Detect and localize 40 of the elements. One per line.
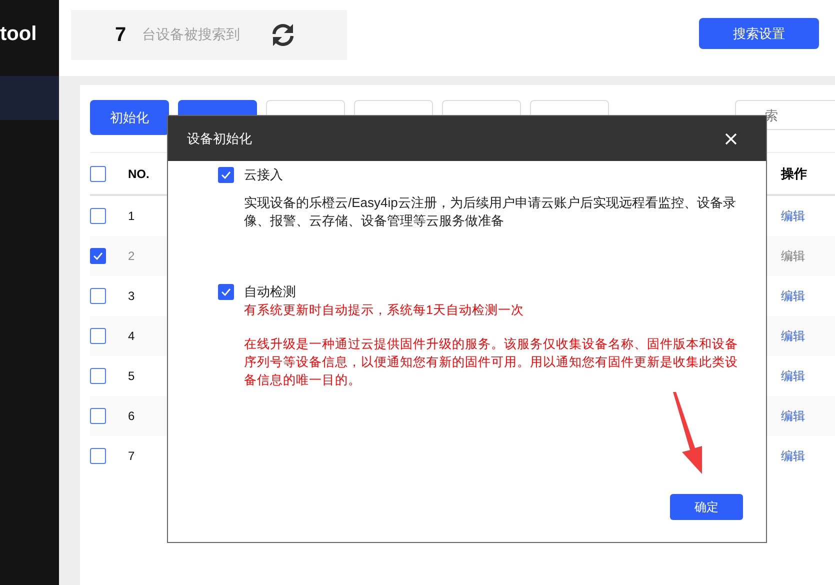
edit-link[interactable]: 编辑 xyxy=(781,368,805,384)
option-label: 云接入 xyxy=(244,166,284,184)
search-settings-button[interactable]: 搜索设置 xyxy=(699,18,819,49)
option-checkbox[interactable] xyxy=(218,284,234,300)
option-label: 自动检测 xyxy=(244,283,297,301)
table-cell-text: 2 xyxy=(128,249,136,263)
table-cell-text: 3 xyxy=(128,289,136,303)
column-header: NO. xyxy=(128,166,150,180)
row-checkbox[interactable] xyxy=(90,408,106,424)
notice-text: 有系统更新时自动提示，系统每1天自动检测一次 xyxy=(244,302,525,319)
row-checkbox[interactable] xyxy=(90,208,106,224)
row-checkbox[interactable] xyxy=(90,368,106,384)
edit-link[interactable]: 编辑 xyxy=(781,408,805,424)
select-all-checkbox[interactable] xyxy=(90,166,106,182)
edit-link[interactable]: 编辑 xyxy=(781,288,805,304)
table-cell-text: 5 xyxy=(128,369,136,383)
confirm-button[interactable]: 确定 xyxy=(670,494,743,520)
dialog-title: 设备初始化 xyxy=(187,130,253,148)
toolbar-button[interactable]: 初始化 xyxy=(90,100,169,135)
row-checkbox[interactable] xyxy=(90,248,106,264)
notice-text: 在线升级是一种通过云提供固件升级的服务。该服务仅收集设备名称、固件版本和设备序列号等设备信息，以便通知您有新的固件可用。用以通知您有固件更新是收集此类设备信息的唯一目的。 xyxy=(244,336,739,389)
edit-link[interactable]: 编辑 xyxy=(781,248,805,264)
table-cell-text: 6 xyxy=(128,409,136,423)
edit-link[interactable]: 编辑 xyxy=(781,328,805,344)
row-checkbox[interactable] xyxy=(90,328,106,344)
device-count: 7 xyxy=(115,24,128,46)
row-checkbox[interactable] xyxy=(90,288,106,304)
refresh-icon[interactable] xyxy=(270,22,296,48)
close-icon[interactable] xyxy=(725,132,737,144)
table-cell-text: 1 xyxy=(128,209,136,223)
option-description: 实现设备的乐橙云/Easy4ip云注册，为后续用户申请云账户后实现远程看监控、设备录像、报警、云存储、设备管理等云服务做准备 xyxy=(244,194,737,230)
table-cell-text: 7 xyxy=(128,449,136,463)
edit-link[interactable]: 编辑 xyxy=(781,448,805,464)
app-title: tool xyxy=(0,22,38,46)
summary-label: 台设备被搜索到 xyxy=(142,26,241,44)
column-header: 操作 xyxy=(781,164,807,182)
row-checkbox[interactable] xyxy=(90,448,106,464)
option-checkbox[interactable] xyxy=(218,167,234,183)
edit-link[interactable]: 编辑 xyxy=(781,208,805,224)
table-cell-text: 4 xyxy=(128,329,136,343)
